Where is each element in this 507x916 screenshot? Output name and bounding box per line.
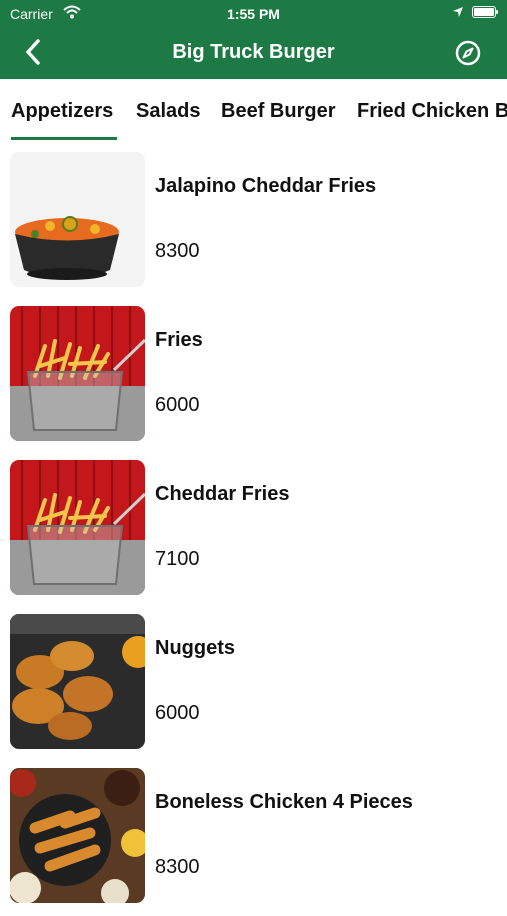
location-arrow-icon [453, 7, 463, 17]
item-name: Boneless Chicken 4 Pieces [155, 791, 413, 813]
battery-icon [472, 6, 498, 18]
item-name: Jalapino Cheddar Fries [155, 175, 377, 197]
item-price: 8300 [155, 856, 200, 878]
page-title: Big Truck Burger [172, 41, 335, 63]
tab-fried-chicken[interactable]: Fried Chicken B [357, 100, 507, 123]
status-time: 1:55 PM [227, 6, 280, 22]
item-name: Cheddar Fries [155, 483, 290, 505]
nav-bar: Big Truck Burger [0, 28, 507, 79]
list-item[interactable]: Nuggets 6000 [0, 612, 507, 762]
item-image [10, 306, 145, 441]
list-item[interactable]: Boneless Chicken 4 Pieces 8300 [0, 766, 507, 916]
item-image [10, 768, 145, 903]
top-bar: Carrier 1:55 PM Big Truck Burger [0, 0, 507, 79]
item-name: Fries [155, 329, 203, 351]
item-image [10, 152, 145, 287]
tab-salads[interactable]: Salads [136, 100, 200, 123]
status-bar: Carrier 1:55 PM [0, 0, 507, 28]
list-item[interactable]: Cheddar Fries 7100 [0, 458, 507, 608]
item-price: 6000 [155, 394, 200, 416]
tab-beef-burger[interactable]: Beef Burger [221, 100, 335, 123]
selected-tab-indicator [11, 137, 117, 140]
compass-icon[interactable] [455, 40, 481, 66]
item-image [10, 614, 145, 749]
item-name: Nuggets [155, 637, 235, 659]
tab-appetizers[interactable]: Appetizers [11, 100, 113, 123]
item-price: 8300 [155, 240, 200, 262]
list-item[interactable]: Fries 6000 [0, 304, 507, 454]
item-price: 6000 [155, 702, 200, 724]
item-price: 7100 [155, 548, 200, 570]
category-tabs: Appetizers Salads Beef Burger Fried Chic… [0, 79, 507, 141]
list-item[interactable]: Jalapino Cheddar Fries 8300 [0, 150, 507, 300]
item-image [10, 460, 145, 595]
